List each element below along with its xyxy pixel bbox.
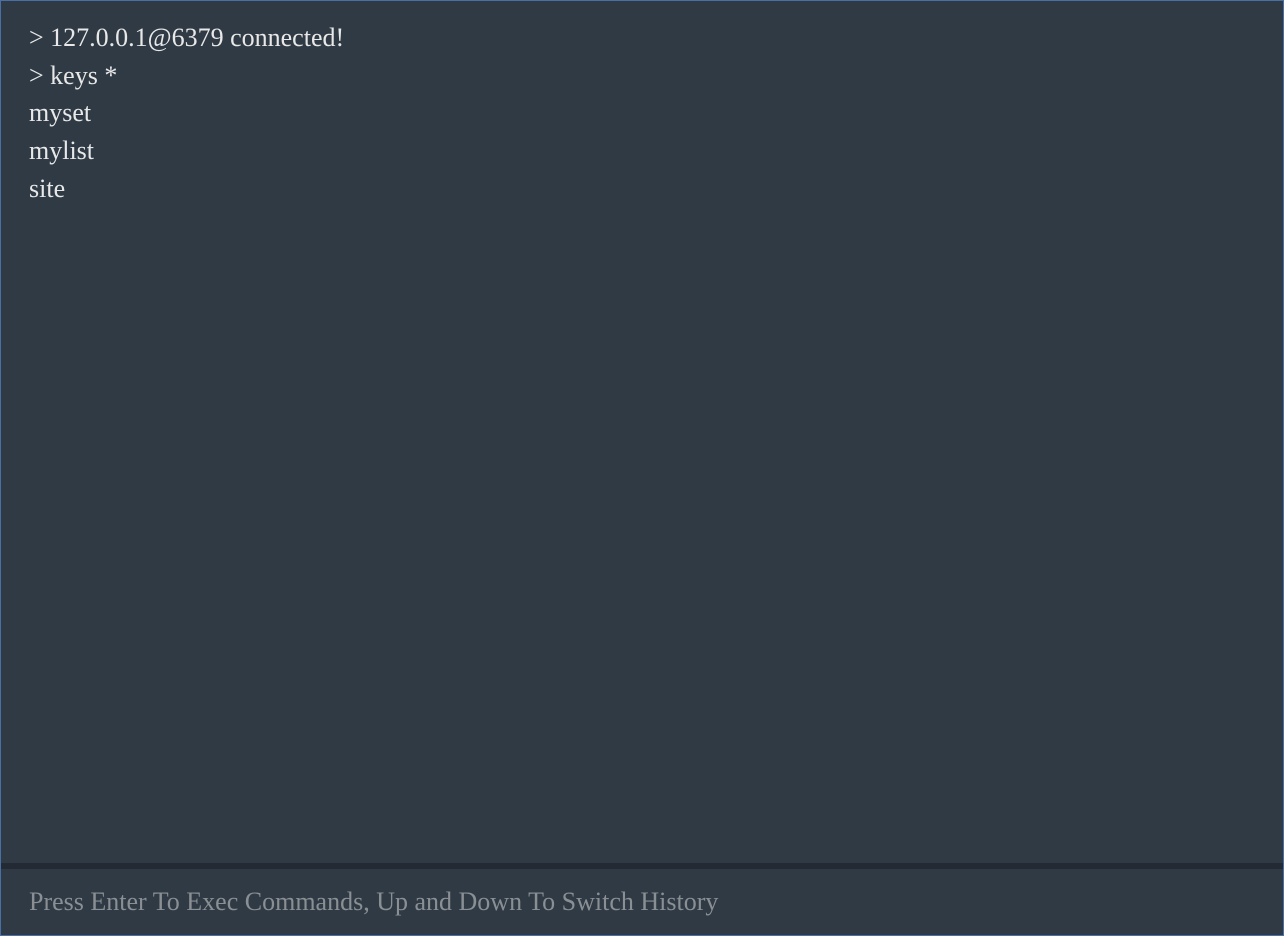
output-line: myset [29,94,1255,132]
terminal-panel: > 127.0.0.1@6379 connected! > keys * mys… [0,0,1284,936]
command-input[interactable] [29,887,1255,917]
output-line: site [29,170,1255,208]
output-line: mylist [29,132,1255,170]
output-line: > 127.0.0.1@6379 connected! [29,19,1255,57]
output-line: > keys * [29,57,1255,95]
terminal-output[interactable]: > 127.0.0.1@6379 connected! > keys * mys… [1,1,1283,863]
input-bar [1,869,1283,935]
